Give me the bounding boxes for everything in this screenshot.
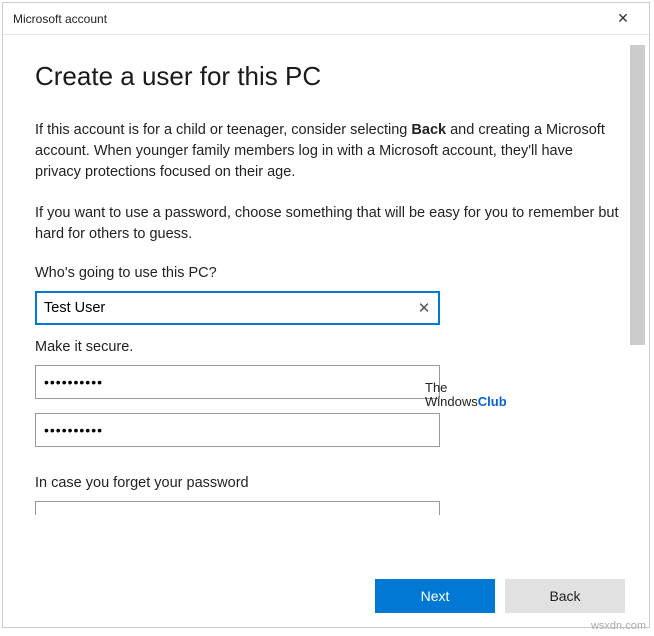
security-question-label: In case you forget your password — [35, 475, 620, 491]
watermark-logo: The WindowsClub — [425, 381, 507, 410]
close-icon: ✕ — [617, 10, 629, 27]
password-section-label: Make it secure. — [35, 339, 620, 355]
titlebar: Microsoft account ✕ — [3, 3, 649, 35]
next-button[interactable]: Next — [375, 579, 495, 613]
watermark-word-windows: Windows — [425, 394, 478, 409]
back-emphasis: Back — [411, 122, 446, 138]
content-wrap: Create a user for this PC If this accoun… — [3, 35, 649, 565]
password-input[interactable] — [35, 365, 440, 399]
watermark-word-club: Club — [478, 394, 507, 409]
scrollbar-thumb[interactable] — [630, 45, 645, 345]
username-label: Who's going to use this PC? — [35, 265, 620, 281]
attribution-text: wsxdn.com — [591, 620, 646, 632]
back-button[interactable]: Back — [505, 579, 625, 613]
security-question-field[interactable] — [35, 501, 440, 515]
username-input[interactable] — [35, 291, 440, 325]
intro-text-a: If this account is for a child or teenag… — [35, 122, 411, 138]
intro-paragraph-1: If this account is for a child or teenag… — [35, 120, 620, 183]
clear-icon: ✕ — [418, 300, 431, 317]
watermark-line1: The — [425, 381, 507, 395]
username-field-row: ✕ — [35, 291, 440, 325]
vertical-scrollbar[interactable] — [630, 45, 647, 555]
intro-paragraph-2: If you want to use a password, choose so… — [35, 203, 620, 245]
dialog-body: Create a user for this PC If this accoun… — [3, 35, 649, 627]
clear-input-button[interactable]: ✕ — [414, 299, 434, 317]
dialog-footer: Next Back — [3, 565, 649, 627]
close-button[interactable]: ✕ — [603, 5, 643, 33]
window-title: Microsoft account — [13, 12, 107, 26]
confirm-password-input[interactable] — [35, 413, 440, 447]
page-title: Create a user for this PC — [35, 61, 620, 92]
content-area: Create a user for this PC If this accoun… — [3, 35, 630, 565]
dialog-window: Microsoft account ✕ Create a user for th… — [2, 2, 650, 628]
watermark-line2: WindowsClub — [425, 395, 507, 409]
